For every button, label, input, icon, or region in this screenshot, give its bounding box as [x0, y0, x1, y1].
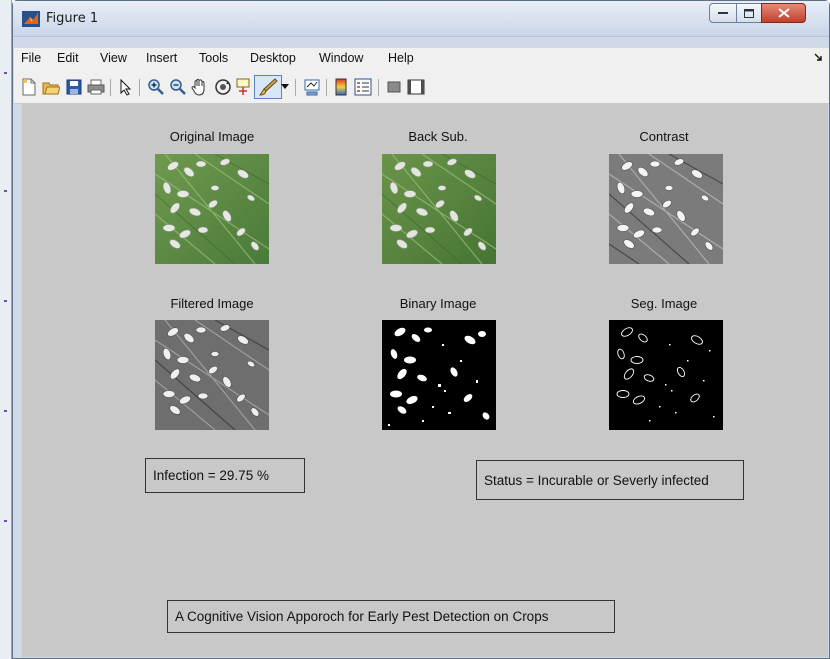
show-plot-tools-icon[interactable]: [407, 78, 425, 96]
insert-legend-icon[interactable]: [354, 78, 372, 96]
figure-window: Figure 1 File Edit View Insert Tools Des…: [12, 0, 830, 659]
matlab-logo-icon: [22, 11, 40, 27]
status-result: Status = Incurable or Severly infected: [476, 460, 744, 500]
panel-title-original: Original Image: [169, 129, 255, 144]
menu-insert[interactable]: Insert: [146, 51, 177, 65]
maximize-button[interactable]: [736, 3, 762, 23]
brush-icon[interactable]: [254, 75, 282, 99]
window-title: Figure 1: [46, 11, 99, 26]
desktop-edge: [0, 0, 12, 659]
backsub-image: [382, 154, 496, 264]
menu-tools[interactable]: Tools: [199, 51, 228, 65]
maximize-icon: [744, 8, 754, 18]
menu-view[interactable]: View: [100, 51, 127, 65]
toolbar-separator: [295, 79, 296, 96]
menu-edit[interactable]: Edit: [57, 51, 79, 65]
dock-figure-icon[interactable]: [814, 53, 822, 63]
insert-colorbar-icon[interactable]: [332, 78, 350, 96]
footer-caption: A Cognitive Vision Apporoch for Early Pe…: [167, 600, 615, 633]
panel-title-backsub: Back Sub.: [408, 129, 468, 144]
toolbar-separator: [110, 79, 111, 96]
minimize-button[interactable]: [709, 3, 737, 23]
figure-canvas: Original Image Back Sub. Contrast Filter…: [22, 104, 828, 657]
panel-title-seg: Seg. Image: [630, 296, 698, 311]
new-figure-icon[interactable]: [20, 78, 38, 96]
menu-file[interactable]: File: [21, 51, 41, 65]
minimize-icon: [718, 12, 728, 14]
infection-result: Infection = 29.75 %: [145, 458, 305, 493]
menu-help[interactable]: Help: [388, 51, 414, 65]
figure-toolbar: [14, 70, 829, 104]
panel-title-contrast: Contrast: [639, 129, 689, 144]
hide-plot-tools-icon[interactable]: [385, 78, 403, 96]
save-icon[interactable]: [65, 78, 83, 96]
seg-image: [609, 320, 723, 430]
menu-desktop[interactable]: Desktop: [250, 51, 296, 65]
desktop-mark: [4, 190, 7, 192]
open-file-icon[interactable]: [42, 78, 60, 96]
data-cursor-icon[interactable]: [236, 78, 254, 96]
desktop-mark: [4, 410, 7, 412]
desktop-mark: [4, 300, 7, 302]
contrast-image: [609, 154, 723, 264]
brush-dropdown-icon[interactable]: [280, 78, 290, 96]
select-arrow-icon[interactable]: [117, 78, 135, 96]
print-icon[interactable]: [87, 78, 105, 96]
toolbar-separator: [326, 79, 327, 96]
close-button[interactable]: [761, 3, 806, 23]
toolbar-separator: [378, 79, 379, 96]
filtered-image: [155, 320, 269, 430]
zoom-out-icon[interactable]: [169, 78, 187, 96]
menu-window[interactable]: Window: [319, 51, 363, 65]
panel-title-filtered: Filtered Image: [170, 296, 254, 311]
rotate-3d-icon[interactable]: [214, 78, 232, 96]
binary-image: [382, 320, 496, 430]
panel-title-binary: Binary Image: [399, 296, 477, 311]
desktop-mark: [4, 520, 7, 522]
close-icon: [777, 8, 790, 18]
desktop-mark: [4, 72, 7, 74]
toolbar-separator: [139, 79, 140, 96]
pan-hand-icon[interactable]: [191, 78, 209, 96]
title-bar[interactable]: Figure 1: [13, 1, 829, 37]
menu-bar: File Edit View Insert Tools Desktop Wind…: [14, 48, 829, 70]
zoom-in-icon[interactable]: [147, 78, 165, 96]
link-plot-icon[interactable]: [303, 78, 321, 96]
original-image: [155, 154, 269, 264]
